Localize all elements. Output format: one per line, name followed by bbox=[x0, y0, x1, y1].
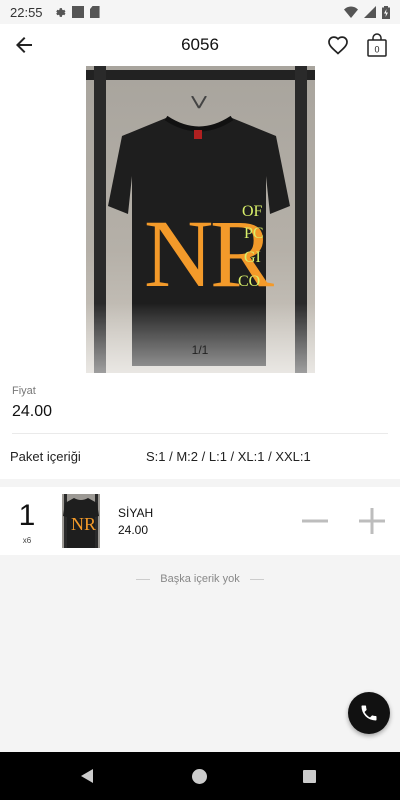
variant-multiplier: x6 bbox=[22, 536, 32, 545]
print-text-2: PC bbox=[244, 225, 264, 242]
divider bbox=[12, 433, 388, 434]
settings-icon bbox=[55, 7, 66, 17]
nav-back-icon[interactable] bbox=[81, 769, 93, 783]
package-content-value: S:1 / M:2 / L:1 / XL:1 / XXL:1 bbox=[146, 449, 311, 464]
nav-recents-icon[interactable] bbox=[303, 770, 316, 783]
no-more-content: Başka içerik yok bbox=[0, 573, 400, 585]
product-photo[interactable]: NR OF PC GI CO bbox=[86, 66, 315, 373]
sdcard-icon bbox=[89, 6, 100, 18]
variant-color: SİYAH bbox=[118, 506, 154, 520]
variant-price: 24.00 bbox=[118, 523, 149, 537]
phone-icon bbox=[361, 705, 377, 721]
call-button[interactable] bbox=[348, 692, 390, 734]
app-bar: 6056 0 bbox=[0, 24, 400, 66]
status-time: 22:55 bbox=[10, 4, 43, 20]
price-label: Fiyat bbox=[12, 385, 36, 397]
no-more-text: Başka içerik yok bbox=[160, 573, 240, 585]
variant-quantity: 1 bbox=[18, 499, 36, 532]
product-gallery[interactable]: NR OF PC GI CO 1/1 bbox=[0, 66, 400, 373]
notification-icon bbox=[71, 6, 84, 18]
print-text-4: CO bbox=[238, 273, 260, 290]
rack-bar bbox=[86, 70, 315, 80]
status-bar: 22:55 bbox=[0, 0, 400, 24]
decrease-quantity-button[interactable] bbox=[301, 507, 329, 535]
cart-bag-icon[interactable]: 0 bbox=[366, 32, 388, 58]
price-value: 24.00 bbox=[12, 403, 53, 420]
variant-thumbnail-image: NR bbox=[63, 494, 99, 548]
system-nav-bar bbox=[0, 752, 400, 800]
nav-home-icon[interactable] bbox=[192, 769, 207, 784]
signal-icon bbox=[364, 6, 376, 18]
package-content-label: Paket içeriği bbox=[10, 449, 81, 464]
battery-icon bbox=[382, 5, 390, 19]
no-more-line-left bbox=[136, 578, 151, 580]
cart-count: 0 bbox=[374, 45, 379, 55]
no-more-line-right bbox=[249, 578, 264, 580]
variant-thumbnail[interactable]: NR bbox=[62, 494, 100, 548]
print-text-1: OF bbox=[242, 203, 263, 220]
print-text-3: GI bbox=[244, 249, 261, 266]
image-counter: 1/1 bbox=[191, 343, 209, 357]
price-card: Fiyat 24.00 Paket içeriği S:1 / M:2 / L:… bbox=[0, 373, 400, 479]
variant-row: 1 x6 NR SİYAH 24.00 bbox=[0, 487, 400, 555]
increase-quantity-button[interactable] bbox=[358, 507, 386, 535]
photo-fade bbox=[86, 303, 315, 373]
svg-text:NR: NR bbox=[71, 514, 96, 534]
wifi-icon bbox=[344, 6, 358, 18]
favorite-heart-icon[interactable] bbox=[326, 33, 350, 57]
